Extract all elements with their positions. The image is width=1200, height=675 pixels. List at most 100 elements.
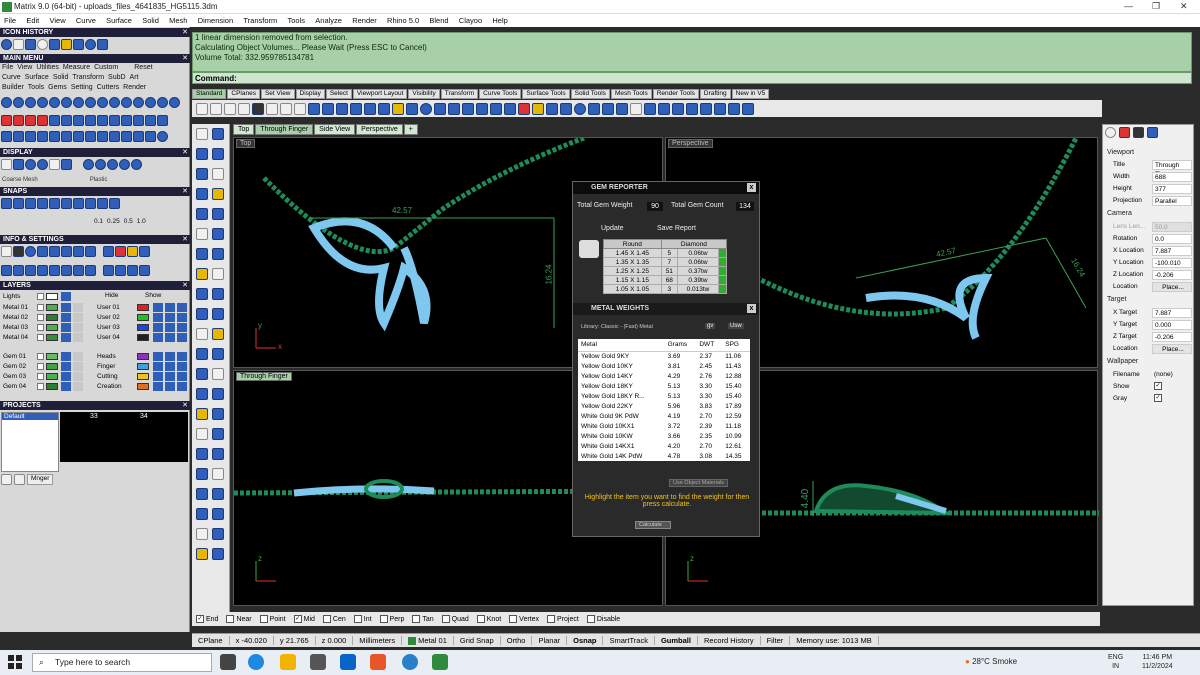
layer-visible-icon[interactable] (73, 382, 83, 391)
toolbar-tab-standard[interactable]: Standard (192, 89, 227, 99)
layer-visible-icon[interactable] (165, 313, 175, 322)
tool-icon[interactable] (196, 128, 208, 140)
gem-shape-icon[interactable] (579, 240, 599, 258)
snap-icon[interactable] (61, 198, 72, 209)
layer-check[interactable] (37, 383, 44, 390)
tool-icon[interactable] (196, 368, 208, 380)
tool-icon[interactable] (73, 115, 84, 126)
info-icon[interactable] (127, 246, 138, 257)
layer-name[interactable]: Gem 03 (3, 372, 33, 381)
tool-icon[interactable] (212, 128, 224, 140)
material-icon[interactable] (131, 159, 142, 170)
toolbar-tab-transform[interactable]: Transform (440, 89, 479, 99)
file-explorer-icon[interactable] (280, 654, 296, 670)
tool-icon[interactable] (212, 308, 224, 320)
snap-icon[interactable] (1, 198, 12, 209)
status-osnap[interactable]: Osnap (567, 636, 604, 645)
tool-icon[interactable] (73, 131, 84, 142)
osnap-checkbox[interactable] (259, 615, 268, 623)
store-icon[interactable] (310, 654, 326, 670)
tool-icon[interactable] (169, 97, 180, 108)
tool-icon[interactable] (1, 131, 12, 142)
metal-row[interactable]: Yellow Gold 10KY 3.81 2.45 11.43 (578, 361, 750, 371)
toolbar-tool-icon[interactable] (714, 102, 726, 115)
layer-visible-icon[interactable] (73, 313, 83, 322)
use-object-materials-checkbox[interactable]: Use Object Materials (669, 479, 729, 487)
info-icon[interactable] (13, 265, 24, 276)
material-icon[interactable] (95, 159, 106, 170)
tool-icon[interactable] (212, 148, 224, 160)
menu-analyze[interactable]: Analyze (311, 14, 346, 25)
layer-name[interactable]: Gem 02 (3, 362, 33, 371)
tool-icon[interactable] (212, 488, 224, 500)
layer-lock-icon[interactable] (153, 323, 163, 332)
toolbar-tab-set-view[interactable]: Set View (260, 89, 295, 99)
toolbar-tab-drafting[interactable]: Drafting (699, 89, 731, 99)
info-icon[interactable] (85, 265, 96, 276)
layer-color[interactable] (46, 334, 58, 341)
info-icon[interactable] (1, 246, 12, 257)
layer-lock-icon[interactable] (153, 382, 163, 391)
info-icon[interactable] (1, 265, 12, 276)
camera-place-button[interactable]: Place... (1152, 282, 1192, 292)
info-icon[interactable] (127, 265, 138, 276)
menu-surface[interactable]: Surface (102, 14, 136, 25)
layer-row[interactable]: Metal 02 User 02 (1, 313, 189, 322)
snap-icon[interactable] (13, 198, 24, 209)
tool-icon[interactable] (145, 131, 156, 142)
tool-icon[interactable] (196, 468, 208, 480)
osnap-cen[interactable]: Cen (322, 615, 346, 623)
info-icon[interactable] (61, 246, 72, 257)
layer-color[interactable] (137, 383, 149, 390)
layer-check[interactable] (37, 324, 44, 331)
tool-icon[interactable] (212, 428, 224, 440)
tool-icon[interactable] (85, 39, 96, 50)
layer-print-icon[interactable] (177, 313, 187, 322)
tool-icon[interactable] (212, 288, 224, 300)
toolbar-tab-solid-tools[interactable]: Solid Tools (570, 89, 610, 99)
z-location-field[interactable]: -0.206 (1152, 270, 1192, 280)
info-icon[interactable] (139, 265, 150, 276)
layer-visible-icon[interactable] (165, 333, 175, 342)
display-header[interactable]: DISPLAY ✕ (0, 148, 190, 157)
layer-color[interactable] (46, 324, 58, 331)
metal-row[interactable]: Yellow Gold 9KY 3.69 2.37 11.06 (578, 351, 750, 361)
toolbar-tool-icon[interactable] (658, 102, 670, 115)
tool-icon[interactable] (212, 348, 224, 360)
tool-icon[interactable] (196, 488, 208, 500)
toolbar-tool-icon[interactable] (336, 102, 348, 115)
toolbar-tool-icon[interactable] (238, 102, 250, 115)
info-icon[interactable] (61, 265, 72, 276)
icon-history-header[interactable]: ICON HISTORY ✕ (0, 28, 190, 37)
display-mode-icon[interactable] (49, 159, 60, 170)
minimize-button[interactable]: — (1124, 1, 1133, 11)
toolbar-tool-icon[interactable] (630, 102, 642, 115)
layer-name[interactable]: Gem 04 (3, 382, 33, 391)
gem-select-arrow-icon[interactable] (718, 284, 727, 294)
toolbar-tool-icon[interactable] (700, 102, 712, 115)
tab-add[interactable]: + (403, 124, 418, 135)
info-icon[interactable] (25, 265, 36, 276)
toolbar-tool-icon[interactable] (644, 102, 656, 115)
main-menu-surface[interactable]: Surface (25, 74, 49, 81)
tool-icon[interactable] (196, 428, 208, 440)
status-planar[interactable]: Planar (532, 636, 568, 645)
layer-color[interactable] (137, 324, 149, 331)
tab-top[interactable]: Top (233, 124, 255, 135)
tool-icon[interactable] (212, 468, 224, 480)
target-place-button[interactable]: Place... (1152, 344, 1192, 354)
layer-lock-icon[interactable] (61, 372, 71, 381)
rotation-field[interactable]: 0.0 (1152, 234, 1192, 244)
osnap-near[interactable]: Near (226, 615, 252, 623)
snap-value[interactable]: 0.1 (94, 218, 103, 225)
layer-name[interactable]: User 02 (97, 313, 127, 322)
osnap-perp[interactable]: Perp (379, 615, 404, 623)
gem-select-arrow-icon[interactable] (718, 266, 727, 276)
status-ortho[interactable]: Ortho (501, 636, 533, 645)
toolbar-tool-icon[interactable] (420, 102, 432, 115)
tool-icon[interactable] (212, 268, 224, 280)
status-filter[interactable]: Filter (761, 636, 791, 645)
layer-lock-icon[interactable] (61, 362, 71, 371)
toolbar-tab-visibility[interactable]: Visibility (408, 89, 440, 99)
tool-icon[interactable] (37, 97, 48, 108)
